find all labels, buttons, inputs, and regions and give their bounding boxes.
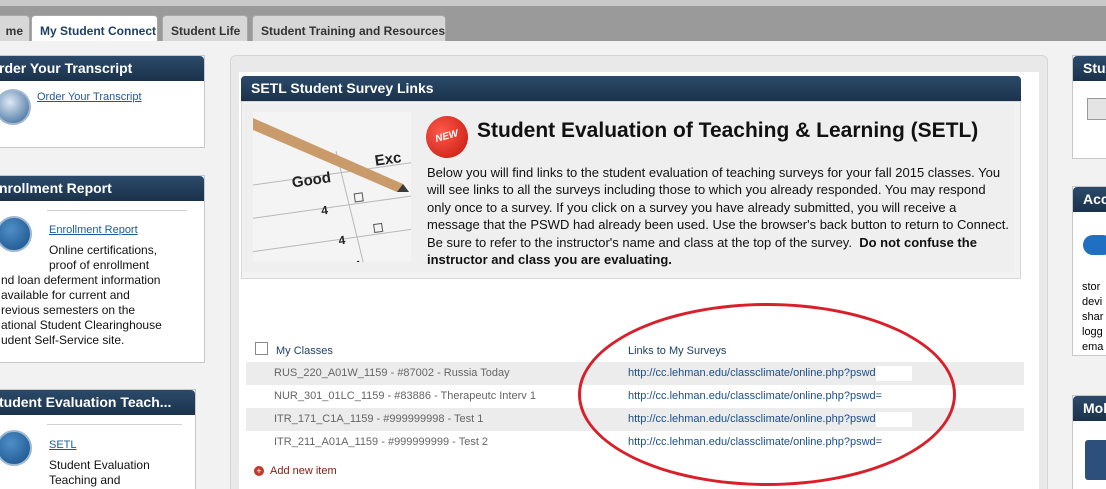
enrollment-portlet: nrollment Report Enrollment Report Onlin… bbox=[0, 175, 205, 363]
top-tab-bar: me My Student Connect Student Life Stude… bbox=[0, 0, 1106, 48]
enrollment-line-6: ational Student Clearinghouse bbox=[1, 318, 162, 332]
class-name: ITR_211_A01A_1159 - #999999999 - Test 2 bbox=[274, 436, 489, 448]
evaluation-portlet: tudent Evaluation Teach... SETL Student … bbox=[0, 389, 196, 489]
page-content: rder Your Transcript Order Your Transcri… bbox=[0, 41, 1106, 489]
right-portlet-2: Acc stor devi shar logg ema bbox=[1072, 186, 1106, 356]
redaction bbox=[876, 366, 912, 381]
evaluation-portlet-title: tudent Evaluation Teach... bbox=[0, 390, 195, 415]
cloud-icon bbox=[1083, 235, 1106, 255]
enrollment-report-link[interactable]: Enrollment Report bbox=[49, 223, 138, 238]
survey-link[interactable]: http://cc.lehman.edu/classclimate/online… bbox=[628, 367, 882, 379]
enrollment-line-3: nd loan deferment information bbox=[1, 273, 161, 287]
select-all-checkbox[interactable] bbox=[255, 342, 268, 355]
setl-description: Below you will find links to the student… bbox=[427, 164, 1011, 268]
table-row: ITR_211_A01A_1159 - #999999999 - Test 2 … bbox=[246, 431, 1024, 454]
setl-portlet-body: Good Exc 4 4 4 NEW Student Evaluation of… bbox=[241, 101, 1021, 279]
enrollment-line-4: available for current and bbox=[1, 288, 130, 302]
mail-icon bbox=[1087, 98, 1106, 120]
right-portlet-1-title: Stu bbox=[1073, 56, 1106, 81]
transcript-portlet: rder Your Transcript Order Your Transcri… bbox=[0, 55, 205, 148]
setl-title: Student Evaluation of Teaching & Learnin… bbox=[477, 119, 979, 142]
line: devi bbox=[1082, 296, 1103, 308]
enrollment-line-5: revious semesters on the bbox=[1, 303, 136, 317]
transcript-portlet-title: rder Your Transcript bbox=[0, 56, 204, 81]
line: stor bbox=[1082, 281, 1101, 293]
right-portlet-3: Mob bbox=[1072, 395, 1106, 489]
table-row: RUS_220_A01W_1159 - #87002 - Russia Toda… bbox=[246, 362, 1024, 385]
divider bbox=[47, 210, 187, 211]
class-name: NUR_301_01LC_1159 - #83886 - Therapeutc … bbox=[274, 390, 536, 402]
setl-portlet-title: SETL Student Survey Links bbox=[241, 76, 1021, 101]
checklist-icon bbox=[0, 430, 32, 466]
evaluation-line-2: Teaching and bbox=[49, 473, 121, 487]
right-portlet-3-title: Mob bbox=[1073, 396, 1106, 421]
class-name: ITR_171_C1A_1159 - #999999998 - Test 1 bbox=[274, 413, 484, 425]
redaction bbox=[876, 412, 912, 427]
enrollment-icon bbox=[0, 216, 32, 252]
divider bbox=[47, 424, 182, 425]
evaluation-form-photo: Good Exc 4 4 4 bbox=[253, 112, 411, 262]
plus-icon: + bbox=[254, 466, 264, 476]
enrollment-portlet-title: nrollment Report bbox=[0, 176, 204, 201]
class-name: RUS_220_A01W_1159 - #87002 - Russia Toda… bbox=[274, 367, 510, 379]
add-new-item-button[interactable]: + Add new item bbox=[254, 465, 337, 477]
table-row: NUR_301_01LC_1159 - #83886 - Therapeutc … bbox=[246, 385, 1024, 408]
survey-link[interactable]: http://cc.lehman.edu/classclimate/online… bbox=[628, 390, 882, 402]
evaluation-line-1: Student Evaluation bbox=[49, 458, 150, 472]
table-row: ITR_171_C1A_1159 - #999999998 - Test 1 h… bbox=[246, 408, 1024, 431]
right-portlet-1: Stu bbox=[1072, 55, 1106, 159]
survey-table: My Classes Links to My Surveys RUS_220_A… bbox=[246, 336, 1024, 454]
table-header: My Classes Links to My Surveys bbox=[246, 336, 1024, 362]
col-links-to-surveys: Links to My Surveys bbox=[628, 345, 727, 357]
enrollment-line-2: proof of enrollment bbox=[49, 258, 150, 272]
mobile-icon bbox=[1085, 440, 1106, 480]
line: logg bbox=[1082, 326, 1103, 338]
enrollment-line-7: udent Self-Service site. bbox=[1, 333, 125, 347]
survey-link[interactable]: http://cc.lehman.edu/classclimate/online… bbox=[628, 413, 882, 425]
line: ema bbox=[1082, 341, 1104, 353]
center-panel: SETL Student Survey Links Good Exc 4 4 N… bbox=[230, 55, 1048, 489]
add-new-item-label: Add new item bbox=[270, 465, 337, 477]
line: shar bbox=[1082, 311, 1104, 323]
enrollment-line-1: Online certifications, bbox=[49, 243, 158, 257]
right-portlet-2-title: Acc bbox=[1073, 187, 1106, 212]
setl-link[interactable]: SETL bbox=[49, 438, 77, 453]
new-badge-icon: NEW bbox=[421, 111, 473, 163]
document-icon bbox=[0, 89, 31, 125]
order-transcript-link[interactable]: Order Your Transcript bbox=[37, 90, 142, 105]
right-portlet-2-text: stor devi shar logg ema bbox=[1082, 280, 1103, 355]
col-my-classes: My Classes bbox=[276, 345, 333, 357]
survey-link[interactable]: http://cc.lehman.edu/classclimate/online… bbox=[628, 436, 882, 448]
